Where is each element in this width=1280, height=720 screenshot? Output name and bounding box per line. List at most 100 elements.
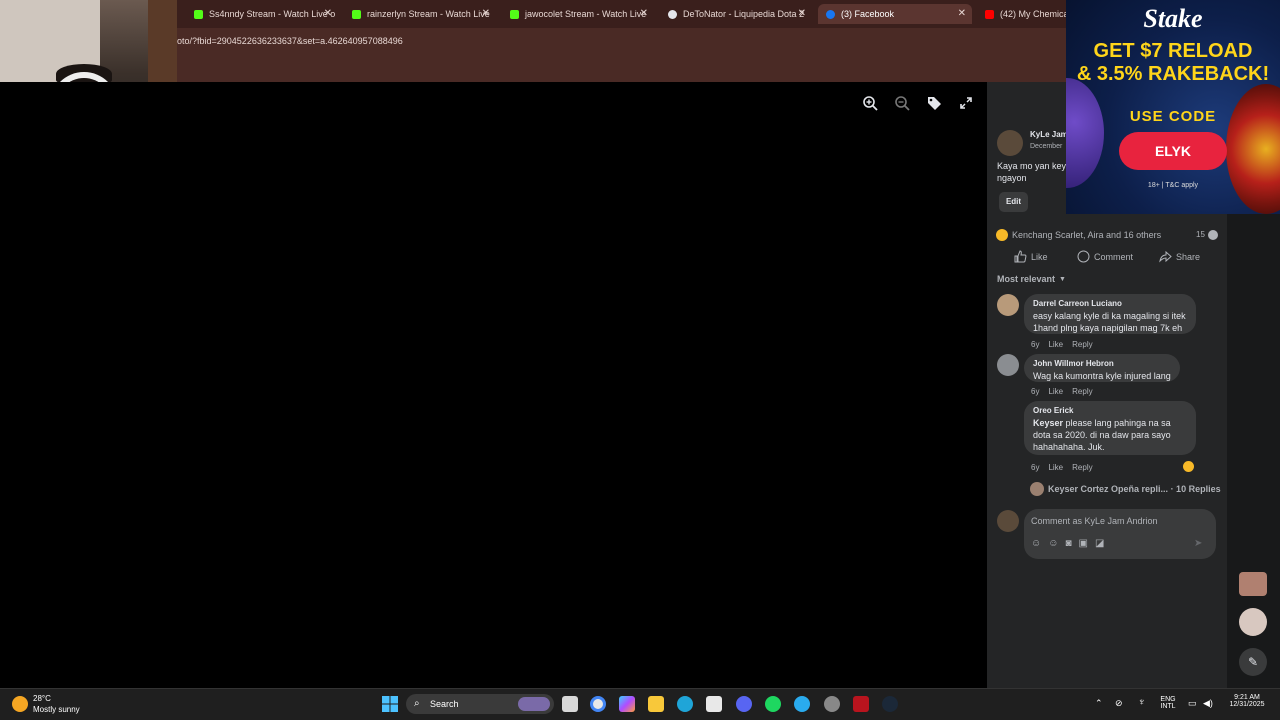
view-replies-link[interactable]: Keyser Cortez Opeña repli... · 10 Replie… bbox=[1048, 484, 1221, 494]
commenter-name[interactable]: Darrel Carreon Luciano bbox=[1033, 299, 1187, 308]
comment-like-link[interactable]: Like bbox=[1048, 340, 1063, 349]
composer-tools: ☺ ☺ ◙ ▣ ◪ bbox=[1031, 538, 1104, 549]
haha-reaction-icon[interactable] bbox=[1183, 461, 1194, 472]
network-off-icon[interactable]: ⊘ bbox=[1115, 698, 1123, 709]
ad-code-button[interactable]: ELYK bbox=[1119, 132, 1227, 170]
author-name[interactable]: KyLe Jam bbox=[1030, 130, 1068, 139]
decorative-ball bbox=[1066, 78, 1104, 188]
stake-ad[interactable]: Stake GET $7 RELOAD & 3.5% RAKEBACK! USE… bbox=[1066, 0, 1280, 214]
kick-icon bbox=[194, 9, 203, 19]
avatar-sticker-icon[interactable]: ☺ bbox=[1031, 538, 1041, 549]
ad-logo: Stake bbox=[1143, 4, 1203, 33]
mention-link[interactable]: Keyser bbox=[1033, 418, 1063, 428]
clock[interactable]: 9:21 AM 12/31/2025 bbox=[1222, 694, 1272, 708]
language-indicator[interactable]: ENG INTL bbox=[1157, 696, 1179, 710]
task-view-icon[interactable] bbox=[562, 696, 578, 712]
ad-terms: 18+ | T&C apply bbox=[1147, 182, 1199, 189]
volume-icon[interactable]: ◀) bbox=[1203, 698, 1213, 709]
sort-dropdown[interactable]: Most relevant ▼ bbox=[997, 274, 1066, 284]
tab-rainzerlyn[interactable]: rainzerlyn Stream - Watch Live ✕ bbox=[344, 4, 496, 24]
comment-count[interactable]: 15 bbox=[1196, 230, 1205, 239]
comment-actions: 6y Like Reply bbox=[1031, 463, 1093, 472]
chevron-down-icon: ▼ bbox=[1059, 275, 1066, 283]
emoji-icon[interactable]: ☺ bbox=[1048, 538, 1058, 549]
close-tab-icon[interactable]: ✕ bbox=[640, 8, 648, 19]
tab-liquipedia[interactable]: DeToNator - Liquipedia Dota 2 ✕ bbox=[660, 4, 812, 24]
microphone-icon[interactable]: ♆ bbox=[1138, 697, 1146, 708]
close-tab-icon[interactable]: ✕ bbox=[958, 8, 966, 19]
weather-temperature[interactable]: 28°C bbox=[33, 694, 51, 703]
comment-bubble: John Willmor Hebron Wag ka kumontra kyle… bbox=[1024, 354, 1180, 382]
gif-icon[interactable]: ▣ bbox=[1078, 538, 1087, 549]
author-avatar[interactable] bbox=[997, 130, 1023, 156]
close-tab-icon[interactable]: ✕ bbox=[324, 8, 332, 19]
display-icon[interactable]: ▭ bbox=[1188, 698, 1197, 709]
fullscreen-icon[interactable] bbox=[958, 95, 974, 111]
current-user-avatar bbox=[997, 510, 1019, 532]
copilot-icon[interactable] bbox=[619, 696, 635, 712]
discord-icon[interactable] bbox=[736, 696, 752, 712]
steam-icon[interactable] bbox=[882, 696, 898, 712]
tab-jawocolet[interactable]: jawocolet Stream - Watch Live ✕ bbox=[502, 4, 654, 24]
search-icon: ⌕ bbox=[414, 698, 420, 709]
ad-headline: GET $7 RELOAD & 3.5% RAKEBACK! bbox=[1076, 40, 1270, 85]
thumbs-up-icon bbox=[1014, 250, 1027, 263]
tab-facebook[interactable]: (3) Facebook ✕ bbox=[818, 4, 972, 24]
chrome-icon[interactable] bbox=[590, 696, 606, 712]
tab-youtube[interactable]: (42) My Chemical R bbox=[977, 4, 1066, 24]
group-chat-avatar[interactable] bbox=[1239, 572, 1267, 596]
comment-like-link[interactable]: Like bbox=[1048, 387, 1063, 396]
comment-reply-link[interactable]: Reply bbox=[1072, 387, 1092, 396]
reactions-summary[interactable]: Kenchang Scarlet, Aira and 16 others bbox=[1012, 230, 1161, 240]
comment-reply-link[interactable]: Reply bbox=[1072, 463, 1092, 472]
spotify-icon[interactable] bbox=[765, 696, 781, 712]
comment-bubble: Oreo Erick Keyser please lang pahinga na… bbox=[1024, 401, 1196, 455]
post-date[interactable]: December bbox=[1030, 143, 1062, 150]
windows-taskbar bbox=[0, 688, 1280, 720]
ad-use-code: USE CODE bbox=[1129, 108, 1217, 125]
contact-avatar[interactable] bbox=[1239, 608, 1267, 636]
caption-line-2: ngayon bbox=[997, 173, 1027, 183]
close-tab-icon[interactable]: ✕ bbox=[798, 8, 806, 19]
obs-icon[interactable] bbox=[824, 696, 840, 712]
roulette-wheel bbox=[1226, 84, 1280, 214]
camera-icon[interactable]: ◙ bbox=[1065, 538, 1071, 549]
commenter-name[interactable]: Oreo Erick bbox=[1033, 406, 1187, 415]
tag-icon[interactable] bbox=[926, 95, 942, 111]
tab-ss4nndy[interactable]: Ss4nndy Stream - Watch Live o ✕ bbox=[186, 4, 338, 24]
search-label: Search bbox=[430, 699, 459, 709]
commenter-avatar[interactable] bbox=[997, 294, 1019, 316]
share-button[interactable]: Share bbox=[1159, 250, 1200, 263]
edge-icon[interactable] bbox=[677, 696, 693, 712]
edit-button[interactable]: Edit bbox=[999, 192, 1028, 212]
store-icon[interactable] bbox=[706, 696, 722, 712]
zoom-in-icon[interactable] bbox=[862, 95, 878, 111]
comment-input[interactable]: Comment as KyLe Jam Andrion bbox=[1031, 516, 1158, 526]
tray-chevron-icon[interactable]: ⌃ bbox=[1095, 698, 1103, 709]
haha-reaction-icon bbox=[996, 229, 1008, 241]
comment-button[interactable]: Comment bbox=[1077, 250, 1133, 263]
comment-bubble-icon bbox=[1208, 230, 1218, 240]
weather-description[interactable]: Mostly sunny bbox=[33, 705, 80, 714]
replier-avatar bbox=[1030, 482, 1044, 496]
comment-reply-link[interactable]: Reply bbox=[1072, 340, 1092, 349]
url-text[interactable]: oto/?fbid=2904522636233637&set=a.4626409… bbox=[177, 36, 403, 46]
windows-start-icon[interactable] bbox=[382, 696, 398, 717]
like-button[interactable]: Like bbox=[1014, 250, 1048, 263]
file-explorer-icon[interactable] bbox=[648, 696, 664, 712]
commenter-name[interactable]: John Willmor Hebron bbox=[1033, 359, 1171, 368]
new-message-icon[interactable]: ✎ bbox=[1239, 648, 1267, 676]
close-tab-icon[interactable]: ✕ bbox=[482, 8, 490, 19]
default-avatar[interactable] bbox=[997, 354, 1019, 376]
comment-actions: 6y Like Reply bbox=[1031, 387, 1093, 396]
game-app-icon[interactable] bbox=[853, 696, 869, 712]
zoom-out-icon[interactable] bbox=[894, 95, 910, 111]
sticker-icon[interactable]: ◪ bbox=[1095, 538, 1104, 549]
kick-icon bbox=[352, 9, 361, 19]
telegram-icon[interactable] bbox=[794, 696, 810, 712]
caption-line-1: Kaya mo yan key bbox=[997, 161, 1067, 171]
comment-like-link[interactable]: Like bbox=[1048, 463, 1063, 472]
weather-sun-icon[interactable] bbox=[12, 696, 28, 712]
comment-actions: 6y Like Reply bbox=[1031, 340, 1093, 349]
send-icon[interactable]: ➤ bbox=[1194, 538, 1202, 549]
